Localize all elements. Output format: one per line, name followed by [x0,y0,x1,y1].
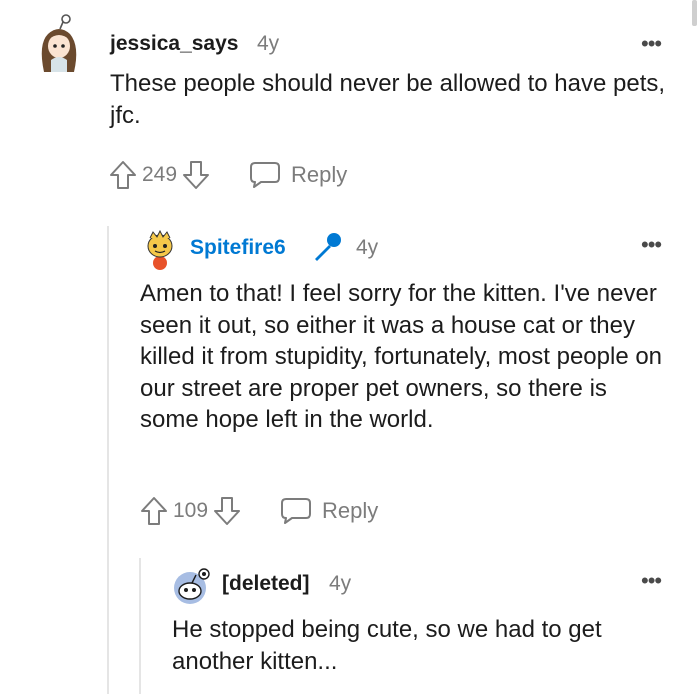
comment-timestamp: 4y [257,32,280,55]
user-avatar[interactable] [142,229,178,270]
comment-actions: 249 Reply [108,158,347,192]
downvote-button[interactable] [181,159,211,191]
vote-score: 109 [173,499,209,522]
upvote-icon [110,161,136,189]
comment-author[interactable]: jessica_says [110,32,238,56]
snoo-avatar-icon [174,568,210,604]
comment-actions: 109 Reply [139,494,378,528]
microphone-icon [310,230,344,264]
comment-author[interactable]: [deleted] [222,572,310,596]
scrollbar[interactable] [692,0,697,26]
comment-body: Amen to that! I feel sorry for the kitte… [140,280,663,433]
comment-timestamp: 4y [329,572,352,595]
more-options-button[interactable]: ••• [641,570,662,592]
upvote-icon [141,497,167,525]
upvote-button[interactable] [139,495,169,527]
avatar-icon [147,229,173,270]
avatar-icon [41,14,77,72]
comment-timestamp: 4y [356,236,379,259]
reply-button[interactable]: Reply [249,161,347,189]
chat-bubble-icon [250,162,281,188]
downvote-icon [214,497,241,525]
reply-label: Reply [291,162,348,187]
chat-bubble-icon [281,498,312,524]
user-avatar[interactable] [172,566,212,606]
upvote-button[interactable] [108,159,138,191]
comment-body: He stopped being cute, so we had to get … [172,616,602,675]
vote-score: 249 [142,163,178,186]
reply-button[interactable]: Reply [280,497,378,525]
thread-line[interactable] [107,226,109,694]
thread-line[interactable] [139,558,141,694]
more-options-button[interactable]: ••• [641,234,662,256]
comment-body: These people should never be allowed to … [110,70,666,129]
downvote-icon [183,161,210,189]
more-options-button[interactable]: ••• [641,33,662,55]
downvote-button[interactable] [212,495,242,527]
user-avatar[interactable] [34,14,84,76]
comment-author[interactable]: Spitefire6 [190,236,286,260]
reply-label: Reply [322,498,379,523]
